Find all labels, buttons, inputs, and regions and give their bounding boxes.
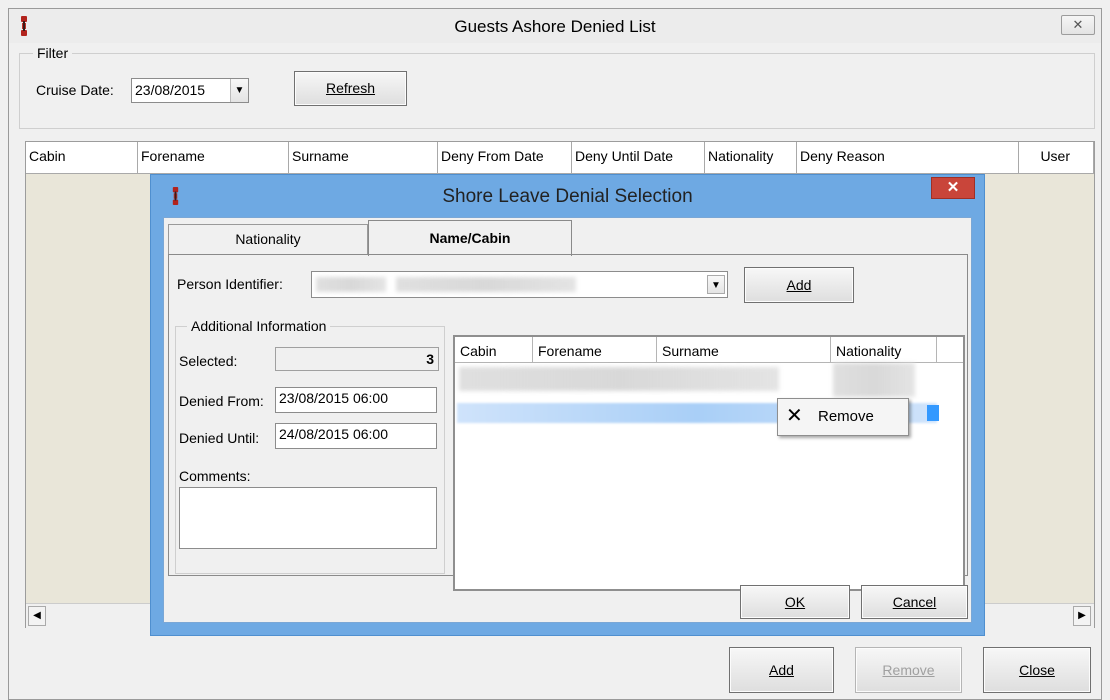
denied-from-input[interactable]: 23/08/2015 06:00 bbox=[275, 387, 437, 413]
denied-until-label: Denied Until: bbox=[179, 430, 260, 446]
chevron-down-icon[interactable]: ▼ bbox=[230, 79, 248, 102]
list-header-filler bbox=[937, 337, 963, 363]
refresh-button[interactable]: Refresh bbox=[294, 71, 407, 106]
chevron-down-icon[interactable]: ▼ bbox=[707, 275, 725, 294]
person-identifier-label: Person Identifier: bbox=[177, 276, 283, 292]
column-deny-from-date[interactable]: Deny From Date bbox=[438, 142, 572, 174]
column-deny-reason[interactable]: Deny Reason bbox=[797, 142, 1019, 174]
comments-label: Comments: bbox=[179, 468, 251, 484]
tab-nationality[interactable]: Nationality bbox=[168, 224, 368, 254]
remove-button[interactable]: Remove bbox=[855, 647, 962, 693]
tab-page: Person Identifier: ▼ Add Additional Info… bbox=[168, 254, 968, 591]
close-label: Close bbox=[1019, 662, 1055, 678]
tab-name-cabin[interactable]: Name/Cabin bbox=[368, 220, 572, 256]
column-surname[interactable]: Surname bbox=[289, 142, 438, 174]
scroll-right-icon[interactable]: ▶ bbox=[1073, 606, 1091, 626]
list-column-surname[interactable]: Surname bbox=[657, 337, 831, 363]
person-identifier-value bbox=[316, 277, 386, 292]
scroll-left-icon[interactable]: ◀ bbox=[28, 606, 46, 626]
add-button[interactable]: Add bbox=[729, 647, 834, 693]
list-row[interactable] bbox=[833, 363, 915, 397]
add-label: Add bbox=[769, 662, 794, 678]
person-identifier-value bbox=[396, 277, 576, 292]
remove-label: Remove bbox=[882, 662, 935, 678]
denied-until-input[interactable]: 24/08/2015 06:00 bbox=[275, 423, 437, 449]
cruise-date-label: Cruise Date: bbox=[36, 82, 114, 98]
cruise-date-dropdown[interactable]: 23/08/2015 ▼ bbox=[131, 78, 249, 103]
context-menu: ✕ Remove bbox=[777, 398, 909, 436]
list-column-forename[interactable]: Forename bbox=[533, 337, 657, 363]
dialog-title: Shore Leave Denial Selection bbox=[442, 186, 693, 207]
selected-label: Selected: bbox=[179, 353, 238, 369]
close-button[interactable]: Close bbox=[983, 647, 1091, 693]
context-menu-remove-label: Remove bbox=[818, 408, 874, 425]
close-icon: ✕ bbox=[786, 405, 803, 427]
add-person-label: Add bbox=[786, 277, 812, 293]
cruise-date-value: 23/08/2015 bbox=[135, 82, 206, 98]
dialog-body: Nationality Name/Cabin Person Identifier… bbox=[163, 217, 972, 623]
add-person-button[interactable]: Add bbox=[744, 267, 854, 303]
cancel-label: Cancel bbox=[892, 594, 937, 610]
list-column-nationality[interactable]: Nationality bbox=[831, 337, 937, 363]
cancel-button[interactable]: Cancel bbox=[861, 585, 968, 619]
ok-button[interactable]: OK bbox=[740, 585, 850, 619]
list-row-selected-accent bbox=[927, 405, 939, 421]
main-titlebar: Guests Ashore Denied List ✕ bbox=[9, 9, 1101, 43]
column-forename[interactable]: Forename bbox=[138, 142, 289, 174]
column-user[interactable]: User bbox=[1019, 142, 1094, 174]
selected-count-field: 3 bbox=[275, 347, 439, 371]
filter-caption: Filter bbox=[33, 45, 73, 61]
column-cabin[interactable]: Cabin bbox=[26, 142, 138, 174]
grid-header: Cabin Forename Surname Deny From Date De… bbox=[26, 142, 1094, 174]
ok-label: OK bbox=[784, 594, 806, 610]
close-icon: ✕ bbox=[1072, 17, 1084, 32]
selected-persons-list[interactable]: Cabin Forename Surname Nationality bbox=[453, 335, 965, 591]
list-column-cabin[interactable]: Cabin bbox=[455, 337, 533, 363]
close-icon: ✕ bbox=[946, 179, 960, 196]
additional-info-caption: Additional Information bbox=[187, 318, 331, 334]
window-title: Guests Ashore Denied List bbox=[454, 17, 656, 36]
selected-count: 3 bbox=[426, 351, 434, 367]
denied-from-label: Denied From: bbox=[179, 393, 264, 409]
refresh-label: Refresh bbox=[325, 80, 376, 96]
dialog-close-button[interactable]: ✕ bbox=[931, 177, 975, 199]
shore-leave-dialog: Shore Leave Denial Selection ✕ Nationali… bbox=[150, 174, 985, 636]
context-menu-remove[interactable]: ✕ Remove bbox=[780, 401, 906, 433]
person-identifier-dropdown[interactable]: ▼ bbox=[311, 271, 728, 298]
close-window-button[interactable]: ✕ bbox=[1061, 15, 1095, 35]
list-row[interactable] bbox=[459, 367, 779, 391]
comments-textarea[interactable] bbox=[179, 487, 437, 549]
column-deny-until-date[interactable]: Deny Until Date bbox=[572, 142, 705, 174]
column-nationality[interactable]: Nationality bbox=[705, 142, 797, 174]
